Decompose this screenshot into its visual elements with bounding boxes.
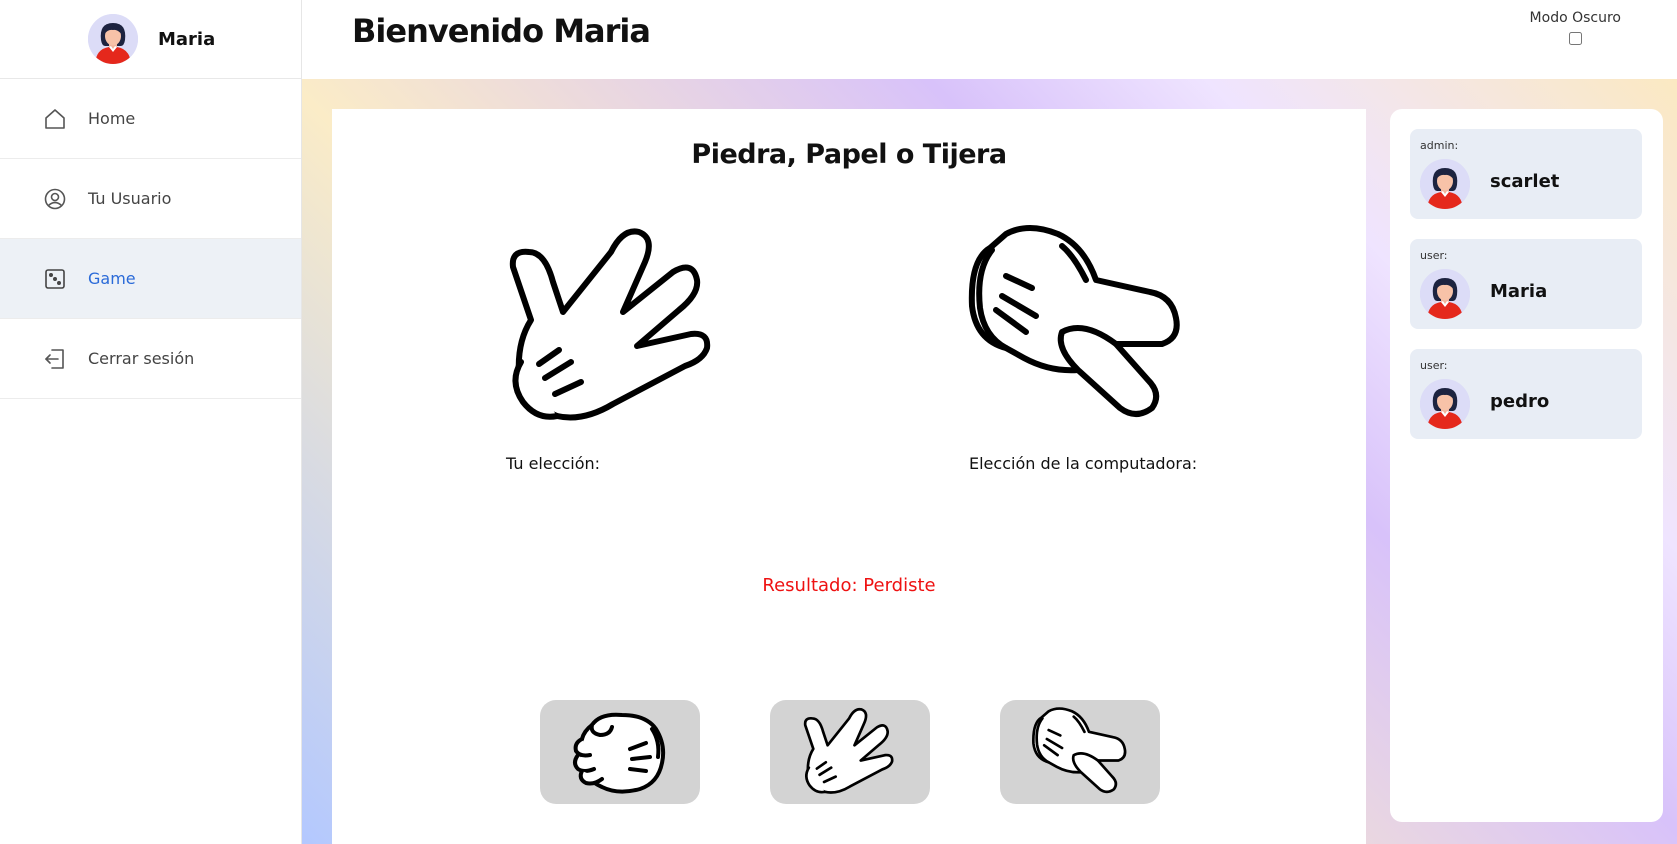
user-card[interactable]: admin: scarlet — [1410, 129, 1642, 219]
computer-choice-label: Elección de la computadora: — [969, 454, 1198, 473]
user-role: user: — [1420, 249, 1448, 262]
sidebar-item-home[interactable]: Home — [0, 79, 301, 159]
user-role: admin: — [1420, 139, 1459, 152]
user-name: Maria — [1490, 281, 1548, 302]
sidebar-item-cerrar-sesion[interactable]: Cerrar sesión — [0, 319, 301, 399]
user-role: user: — [1420, 359, 1448, 372]
user-name: pedro — [1490, 391, 1550, 412]
avatar — [1420, 379, 1470, 429]
users-panel: admin: scarlet user: Maria user: pedro — [1390, 109, 1663, 822]
home-icon — [42, 106, 68, 132]
paper-hand-icon — [503, 222, 723, 432]
paper-button[interactable] — [770, 700, 930, 804]
dark-mode-toggle[interactable]: Modo Oscuro — [1530, 10, 1621, 45]
dark-mode-checkbox[interactable] — [1568, 32, 1582, 45]
user-card[interactable]: user: pedro — [1410, 349, 1642, 439]
rock-button[interactable] — [540, 700, 700, 804]
result-text: Resultado: Perdiste — [762, 575, 936, 596]
player-choice-label: Tu elección: — [506, 454, 601, 473]
game-panel: Piedra, Papel o Tijera Tu elección: Elec… — [332, 109, 1366, 844]
game-title: Piedra, Papel o Tijera — [691, 139, 1007, 170]
sidebar-item-label: Cerrar sesión — [88, 349, 195, 368]
sidebar-item-tu-usuario[interactable]: Tu Usuario — [0, 159, 301, 239]
scissors-hand-icon — [1030, 705, 1130, 799]
user-card[interactable]: user: Maria — [1410, 239, 1642, 329]
logout-icon — [42, 346, 68, 372]
dark-mode-label: Modo Oscuro — [1529, 10, 1621, 26]
sidebar-item-label: Tu Usuario — [88, 189, 172, 208]
scissors-button[interactable] — [1000, 700, 1160, 804]
avatar — [88, 14, 138, 64]
avatar — [1420, 159, 1470, 209]
user-circle-icon — [42, 186, 68, 212]
scissors-hand-icon — [966, 220, 1186, 430]
header: Bienvenido Maria Modo Oscuro — [302, 0, 1677, 79]
sidebar-item-label: Home — [88, 109, 136, 128]
page-title: Bienvenido Maria — [352, 12, 651, 50]
profile-name: Maria — [158, 28, 216, 50]
sidebar-profile: Maria — [0, 0, 301, 79]
sidebar: Maria Home Tu Usuario Game Cerrar sesión — [0, 0, 302, 844]
paper-hand-icon — [800, 705, 900, 799]
sidebar-item-game[interactable]: Game — [0, 239, 301, 319]
dice-icon — [42, 266, 68, 292]
avatar — [1420, 269, 1470, 319]
sidebar-item-label: Game — [88, 269, 136, 288]
rock-hand-icon — [570, 707, 670, 797]
content-area: Piedra, Papel o Tijera Tu elección: Elec… — [302, 79, 1677, 844]
user-name: scarlet — [1490, 171, 1560, 192]
